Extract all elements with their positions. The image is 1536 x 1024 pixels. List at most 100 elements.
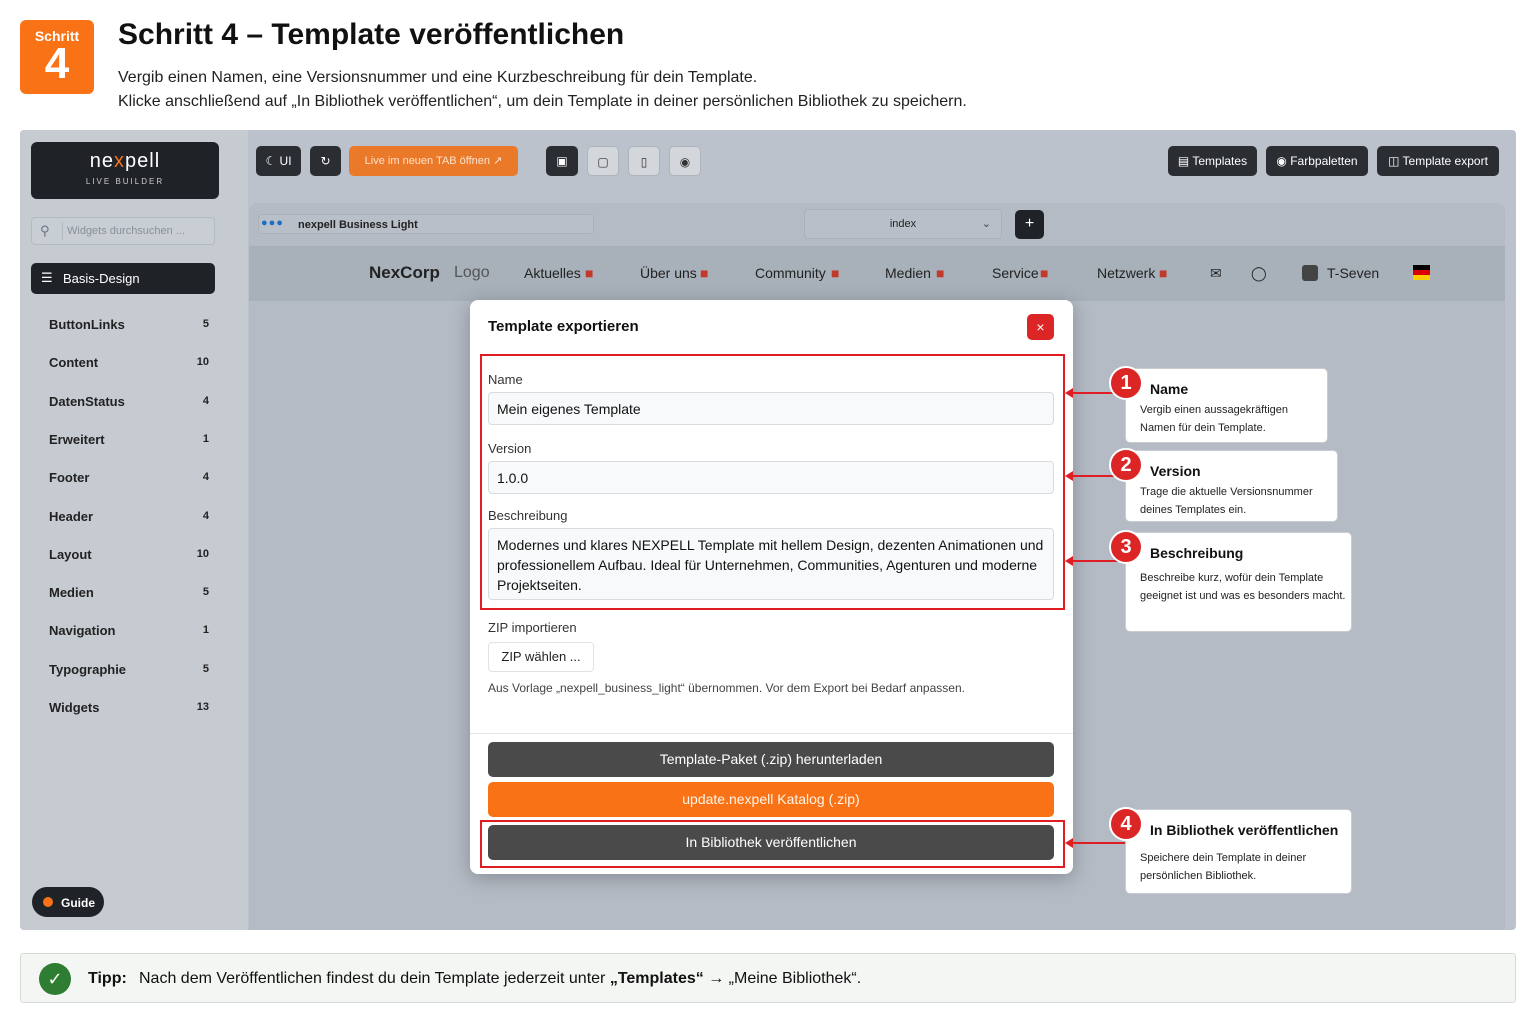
modal-divider bbox=[470, 733, 1073, 734]
tip-text: Nach dem Veröffentlichen findest du dein… bbox=[139, 970, 862, 987]
sidebar-category[interactable]: Medien 5 bbox=[49, 585, 209, 605]
site-brand[interactable]: NexCorp bbox=[369, 263, 440, 283]
nav-item-service[interactable]: Service bbox=[992, 265, 1039, 281]
templates-button[interactable]: ▤ Templates bbox=[1168, 146, 1257, 176]
chat-icon[interactable]: ◯ bbox=[1251, 265, 1267, 282]
sidebar-category-count: 10 bbox=[196, 547, 209, 560]
sidebar-category[interactable]: Erweitert 1 bbox=[49, 432, 209, 452]
sidebar-category-label: Navigation bbox=[49, 623, 116, 639]
templates-icon: ▤ bbox=[1177, 154, 1190, 168]
preview-eye-button[interactable]: ◉ bbox=[669, 146, 701, 176]
callout-desc: Beschreibe kurz, wofür dein Template gee… bbox=[1140, 572, 1346, 602]
fields-highlight bbox=[480, 354, 1065, 610]
german-flag-icon[interactable] bbox=[1413, 265, 1430, 280]
callout-number: 3 bbox=[1109, 530, 1143, 564]
guide-button[interactable]: Guide bbox=[32, 887, 104, 917]
sidebar-category[interactable]: Header 4 bbox=[49, 509, 209, 529]
sidebar-category[interactable]: Widgets 13 bbox=[49, 700, 209, 720]
logo-subtitle: LIVE BUILDER bbox=[85, 177, 165, 186]
catalog-zip-button[interactable]: update.nexpell Katalog (.zip) bbox=[488, 782, 1054, 817]
sidebar-category-count: 5 bbox=[202, 586, 209, 599]
sidebar-category[interactable]: Layout 10 bbox=[49, 547, 209, 567]
sidebar-category-label: DatenStatus bbox=[49, 393, 125, 409]
chevron-down-icon: ⌄ bbox=[981, 218, 991, 230]
page-select[interactable]: index ⌄ bbox=[804, 209, 1002, 239]
publish-highlight bbox=[480, 820, 1065, 868]
page-subtitle: Vergib einen Namen, eine Versionsnummer … bbox=[118, 66, 967, 114]
mail-icon[interactable]: ✉ bbox=[1210, 265, 1222, 282]
sidebar-category-label: Widgets bbox=[49, 700, 100, 715]
tablet-view-button[interactable]: ▢ bbox=[587, 146, 619, 176]
reload-icon: ↻ bbox=[320, 154, 331, 168]
check-icon: ✓ bbox=[39, 963, 71, 995]
download-zip-button[interactable]: Template-Paket (.zip) herunterladen bbox=[488, 742, 1054, 777]
nav-user[interactable]: T-Seven bbox=[1327, 265, 1379, 281]
sidebar-category[interactable]: DatenStatus 4 bbox=[49, 394, 209, 414]
callout-number: 4 bbox=[1109, 807, 1143, 841]
template-note: Aus Vorlage „nexpell_business_light“ übe… bbox=[488, 681, 965, 695]
moon-icon: ☾ bbox=[265, 154, 277, 168]
callout-number: 1 bbox=[1109, 366, 1143, 400]
external-link-icon: ↗ bbox=[493, 155, 503, 167]
close-button[interactable]: × bbox=[1027, 314, 1054, 340]
sidebar-category-label: Footer bbox=[49, 470, 90, 486]
nav-item-ueber-uns[interactable]: Über uns bbox=[640, 265, 697, 281]
site-logo[interactable]: Logo bbox=[454, 264, 490, 282]
sidebar-category-label: Content bbox=[49, 355, 99, 371]
app-logo[interactable]: nexpell LIVE BUILDER bbox=[31, 142, 219, 199]
callout-desc: Speichere dein Template in deiner persön… bbox=[1140, 852, 1307, 882]
page-select-value: index bbox=[889, 218, 917, 230]
tip-label: Tipp: bbox=[88, 970, 127, 987]
template-export-button[interactable]: ◫ Template export bbox=[1377, 146, 1499, 176]
sidebar-category[interactable]: Footer 4 bbox=[49, 470, 209, 490]
user-avatar[interactable] bbox=[1302, 265, 1318, 281]
window-dots-icon: ●●● bbox=[261, 217, 284, 229]
tip-bar: ✓ Tipp: Nach dem Veröffentlichen findest… bbox=[20, 953, 1516, 1003]
eye-icon: ◉ bbox=[679, 155, 691, 169]
basis-design-button[interactable]: ☰ Basis-Design bbox=[31, 263, 215, 294]
reload-button[interactable]: ↻ bbox=[310, 146, 341, 176]
open-live-tab-button[interactable]: Live im neuen TAB öffnen ↗ bbox=[349, 146, 518, 176]
sidebar-category-count: 13 bbox=[196, 701, 209, 713]
nav-item-medien[interactable]: Medien bbox=[885, 265, 931, 281]
nav-item-aktuelles[interactable]: Aktuelles bbox=[524, 265, 581, 281]
sidebar-category[interactable]: Navigation 1 bbox=[49, 623, 209, 643]
sidebar-category-count: 1 bbox=[202, 624, 209, 637]
palettes-button[interactable]: ◉ Farbpaletten bbox=[1266, 146, 1368, 176]
desktop-icon: ▣ bbox=[556, 154, 568, 168]
live-label: Live im neuen TAB öffnen bbox=[364, 155, 491, 167]
palettes-label: Farbpaletten bbox=[1290, 154, 1358, 168]
site-navbar: NexCorp Logo Aktuelles Über uns Communit… bbox=[249, 246, 1505, 301]
add-page-button[interactable]: + bbox=[1015, 210, 1044, 239]
callout-title: Version bbox=[1150, 463, 1201, 479]
search-placeholder: Widgets durchsuchen ... bbox=[67, 225, 186, 237]
zip-choose-button[interactable]: ZIP wählen ... bbox=[488, 642, 594, 672]
sidebar-category[interactable]: ButtonLinks 5 bbox=[49, 317, 209, 337]
nav-item-netzwerk[interactable]: Netzwerk bbox=[1097, 265, 1155, 281]
mobile-view-button[interactable]: ▯ bbox=[628, 146, 660, 176]
sidebar-category-count: 10 bbox=[196, 356, 209, 369]
shield-icon: ◫ bbox=[1388, 154, 1400, 168]
mobile-icon: ▯ bbox=[640, 155, 648, 169]
callout-title: Beschreibung bbox=[1150, 545, 1244, 561]
ui-toggle-button[interactable]: ☾ UI bbox=[256, 146, 301, 176]
sidebar-category[interactable]: Content 10 bbox=[49, 355, 209, 375]
arrow-icon bbox=[1065, 838, 1073, 848]
nav-item-community[interactable]: Community bbox=[755, 265, 826, 281]
site-name-bar: ●●● nexpell Business Light bbox=[258, 214, 594, 234]
lock-icon: ■ bbox=[831, 265, 840, 281]
callout-title: Name bbox=[1150, 381, 1189, 397]
lock-icon: ■ bbox=[936, 265, 945, 281]
widget-search-input[interactable]: ⚲ Widgets durchsuchen ... bbox=[31, 217, 215, 245]
callout-desc: Vergib einen aussagekräftigen Namen für … bbox=[1140, 404, 1288, 434]
sidebar-category-count: 4 bbox=[202, 394, 209, 407]
page-title: Schritt 4 – Template veröffentlichen bbox=[118, 18, 625, 51]
sidebar-category-count: 5 bbox=[202, 318, 209, 330]
lock-icon: ■ bbox=[700, 265, 709, 281]
arrow-icon bbox=[1065, 388, 1073, 398]
sidebar-category-count: 4 bbox=[202, 471, 209, 484]
sidebar-category[interactable]: Typographie 5 bbox=[49, 662, 209, 682]
guide-dot-icon bbox=[43, 897, 53, 907]
export-label: Template export bbox=[1402, 154, 1488, 168]
desktop-view-button[interactable]: ▣ bbox=[546, 146, 578, 176]
